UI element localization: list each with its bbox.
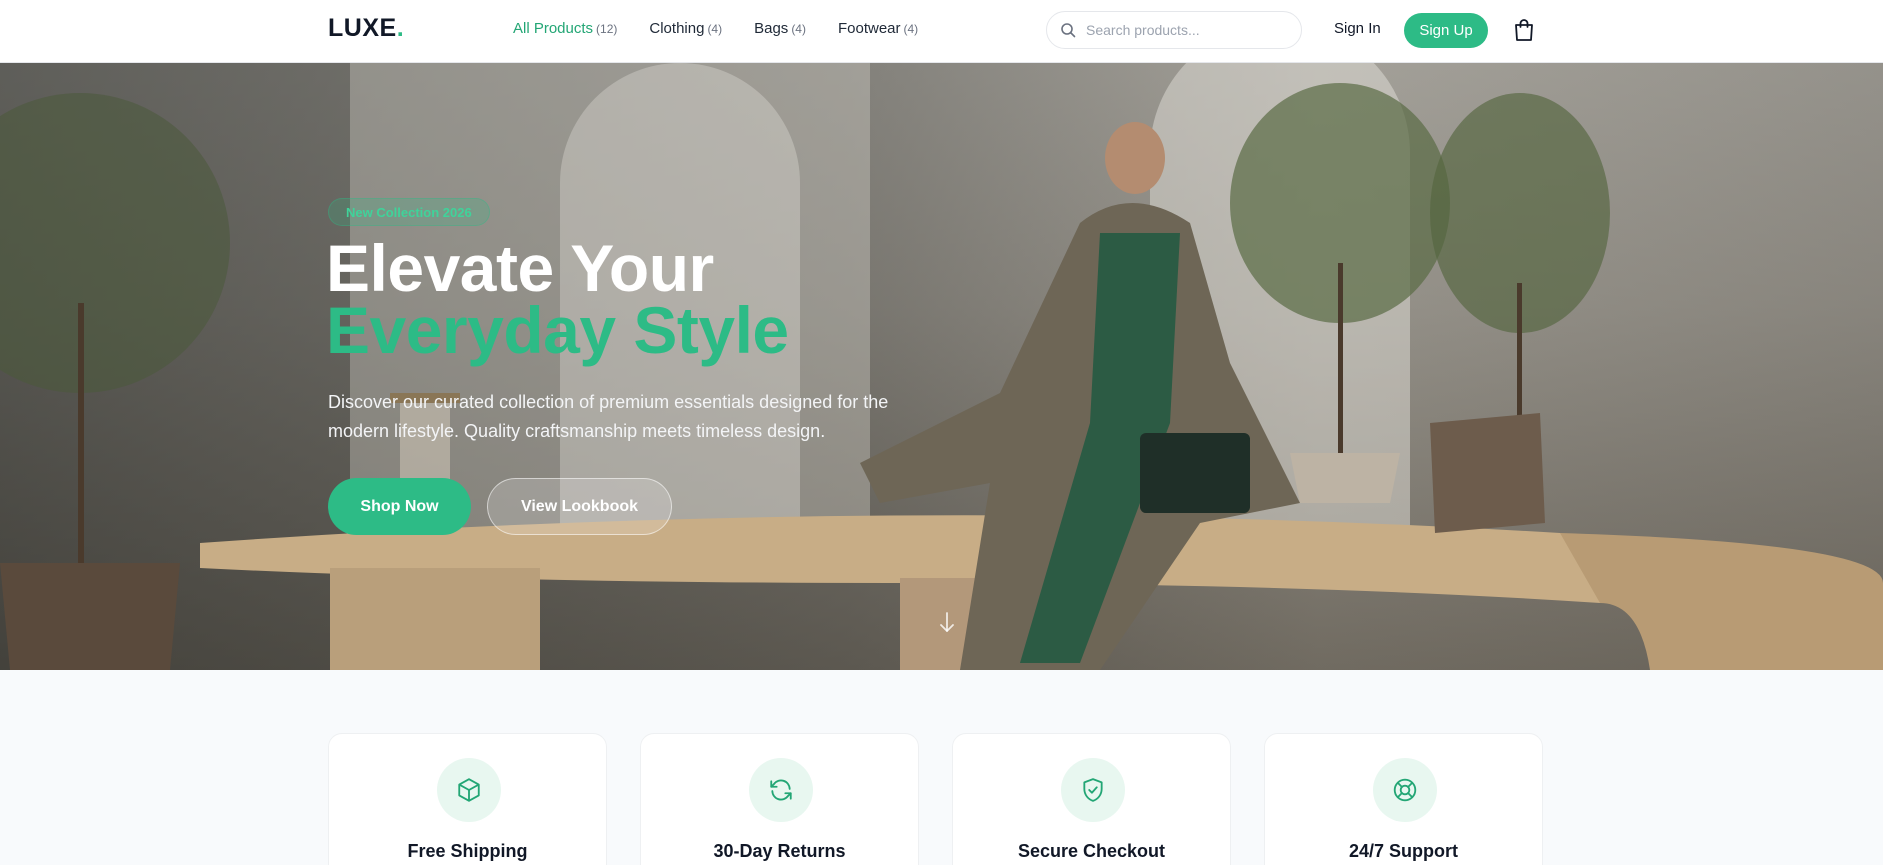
lifebuoy-icon — [1393, 778, 1417, 802]
collection-badge: New Collection 2026 — [328, 198, 490, 226]
feature-icon-circle — [1373, 758, 1437, 822]
shopping-bag-icon[interactable] — [1513, 18, 1535, 42]
feature-icon-circle — [437, 758, 501, 822]
main-nav: All Products (12) Clothing (4) Bags (4) Foo… — [513, 20, 918, 37]
feature-card-free-shipping: Free Shipping — [328, 733, 607, 865]
arrow-down-icon[interactable] — [938, 611, 956, 635]
nav-item-count: (4) — [791, 22, 806, 36]
nav-item-label: Footwear — [837, 20, 901, 37]
feature-title: Secure Checkout — [1017, 841, 1166, 861]
feature-title: Free Shipping — [407, 841, 528, 861]
brand-dot: . — [396, 14, 405, 42]
nav-item-label: Clothing — [649, 20, 705, 37]
search-icon — [1061, 23, 1076, 38]
nav-item-all-products[interactable]: All Products (12) — [513, 20, 617, 37]
nav-item-label: Bags — [754, 20, 789, 37]
site-header: LUXE. All Products (12) Clothing (4) Bags(… — [0, 0, 1883, 63]
brand-logo[interactable]: LUXE. — [328, 14, 404, 43]
nav-item-footwear[interactable]: Footwear (4) — [838, 20, 918, 37]
hero-title: Elevate Your — [326, 231, 714, 305]
shield-check-icon — [1083, 778, 1103, 802]
search-input[interactable] — [1086, 22, 1286, 38]
feature-card-support: 24/7 Support — [1264, 733, 1543, 865]
sign-in-link[interactable]: Sign In — [1334, 20, 1381, 37]
feature-icon-circle — [749, 758, 813, 822]
feature-icon-circle — [1061, 758, 1125, 822]
refresh-icon — [770, 779, 792, 801]
feature-title: 24/7 Support — [1348, 841, 1459, 861]
hero-description: Discover our curated collection of premi… — [328, 392, 889, 441]
sign-up-button[interactable]: Sign Up — [1404, 13, 1488, 48]
shop-now-button[interactable]: Shop Now — [328, 478, 471, 535]
nav-item-count: (4) — [903, 22, 919, 36]
nav-item-bags[interactable]: Bags (4) — [754, 20, 806, 37]
box-icon — [458, 778, 480, 802]
search-box[interactable] — [1046, 11, 1302, 49]
nav-item-count: (12) — [596, 22, 618, 36]
features-section: Free Shipping 30-Day Returns Secure Chec… — [328, 733, 1543, 865]
hero-title-accent: Everyday Style — [326, 293, 789, 367]
hero-banner: New Collection 2026 Elevate Your Everyda… — [0, 63, 1883, 670]
nav-item-count: (4) — [707, 22, 723, 36]
nav-item-label: All Products — [513, 20, 594, 37]
feature-card-secure-checkout: Secure Checkout — [952, 733, 1231, 865]
feature-card-returns: 30-Day Returns — [640, 733, 919, 865]
hero-background-image — [0, 63, 1883, 670]
brand-name: LUXE — [328, 14, 397, 42]
feature-title: 30-Day Returns — [713, 841, 846, 861]
nav-item-clothing[interactable]: Clothing (4) — [649, 20, 722, 37]
view-lookbook-button[interactable]: View Lookbook — [487, 478, 672, 535]
